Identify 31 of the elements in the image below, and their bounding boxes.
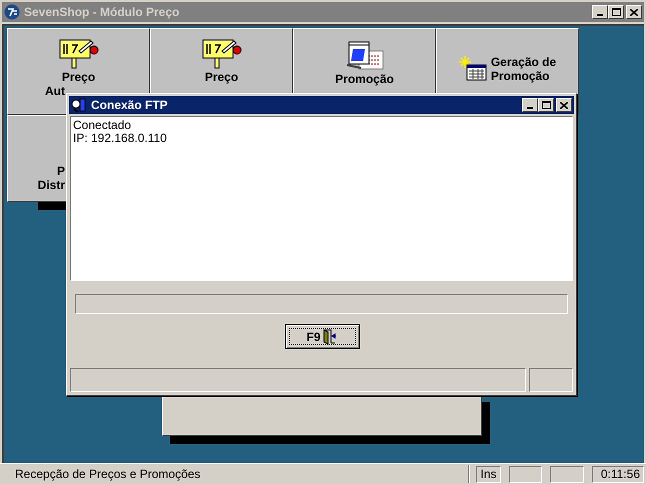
tile-label: Promoção — [490, 68, 550, 82]
close-icon — [630, 8, 638, 16]
close-icon — [560, 102, 568, 108]
minimize-button[interactable] — [592, 5, 608, 19]
log-line: IP: 192.168.0.110 — [73, 132, 168, 145]
status-message: Recepção de Preços e Promoções — [14, 466, 202, 483]
tile-label: Preço — [204, 70, 238, 84]
log-line: Conectado — [73, 119, 132, 132]
status-panel — [550, 466, 584, 482]
tile-label: Promoção — [335, 72, 394, 86]
status-panel: 0:11:56 — [592, 466, 644, 482]
tile-label: Preço — [62, 70, 96, 84]
status-panel: Ins — [476, 466, 501, 482]
exit-button[interactable]: F9 — [285, 324, 360, 349]
maximize-button[interactable] — [538, 98, 554, 112]
minimize-button[interactable] — [522, 98, 538, 112]
close-button[interactable] — [626, 5, 642, 19]
spreadsheet-icon — [458, 56, 487, 82]
close-button[interactable] — [556, 98, 572, 112]
door-exit-icon — [322, 328, 338, 344]
tile-label: Geração de — [490, 54, 556, 68]
app-logo-icon — [4, 4, 20, 20]
dialog-status-pane — [529, 368, 573, 392]
maximize-button[interactable] — [608, 5, 624, 19]
tile-label: Aut — [45, 84, 65, 98]
tile-label: Distr — [38, 178, 65, 192]
tile-label: P — [56, 164, 65, 178]
status-panel — [509, 466, 542, 482]
price-sign-icon — [202, 39, 242, 69]
price-sign-icon — [58, 39, 98, 69]
window-title: SevenShop - Módulo Preço — [24, 4, 180, 21]
